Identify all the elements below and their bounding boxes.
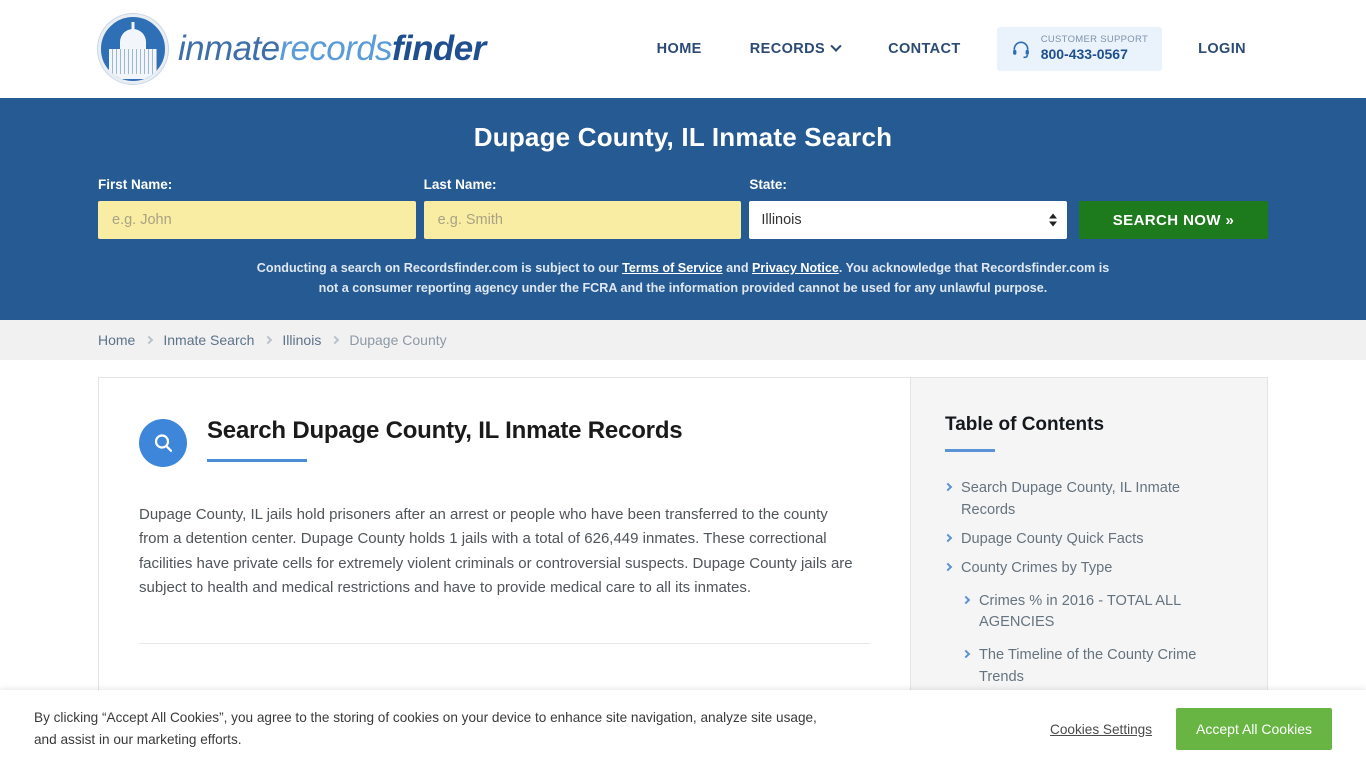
article-heading: Search Dupage County, IL Inmate Records bbox=[207, 417, 683, 445]
site-logo[interactable]: inmaterecordsfinder bbox=[98, 14, 486, 84]
breadcrumb-item-illinois[interactable]: Illinois bbox=[282, 332, 321, 348]
main-navigation: HOME RECORDS CONTACT CUSTOMER SUPPORT 80… bbox=[633, 27, 1270, 71]
article-header: Search Dupage County, IL Inmate Records bbox=[139, 416, 870, 468]
chevron-down-icon bbox=[830, 40, 842, 52]
customer-support-badge[interactable]: CUSTOMER SUPPORT 800-433-0567 bbox=[996, 27, 1163, 71]
chevron-right-icon bbox=[943, 533, 953, 543]
chevron-right-icon bbox=[943, 562, 953, 571]
state-select-wrapper: Illinois bbox=[749, 201, 1068, 239]
cookie-banner-actions: Cookies Settings Accept All Cookies bbox=[1050, 708, 1332, 750]
toc-item-search-records[interactable]: Search Dupage County, IL Inmate Records bbox=[943, 478, 1237, 522]
breadcrumb-item-inmate-search[interactable]: Inmate Search bbox=[163, 332, 254, 348]
toc-title: Table of Contents bbox=[945, 414, 1105, 436]
nav-item-records[interactable]: RECORDS bbox=[726, 31, 864, 67]
heading-accent-rule bbox=[207, 459, 307, 463]
section-divider bbox=[139, 643, 870, 645]
accept-all-cookies-button[interactable]: Accept All Cookies bbox=[1176, 708, 1332, 750]
article-paragraph: Dupage County, IL jails hold prisoners a… bbox=[139, 506, 853, 596]
search-disclaimer: Conducting a search on Recordsfinder.com… bbox=[253, 259, 1113, 298]
first-name-group: First Name: bbox=[98, 177, 416, 239]
toc-subitem-crime-trends-timeline[interactable]: The Timeline of the County Crime Trends bbox=[945, 645, 1237, 689]
toc-item-label: Crimes % in 2016 - TOTAL ALL AGENCIES bbox=[979, 592, 1181, 631]
breadcrumb: Home Inmate Search Illinois Dupage Count… bbox=[0, 320, 1366, 361]
article-card: Search Dupage County, IL Inmate Records … bbox=[98, 377, 910, 724]
breadcrumb-separator-icon bbox=[331, 335, 340, 345]
breadcrumb-separator-icon bbox=[145, 335, 154, 345]
support-caption: CUSTOMER SUPPORT bbox=[1040, 34, 1149, 46]
toc-item-label: County Crimes by Type bbox=[961, 559, 1113, 576]
nav-label-home: HOME bbox=[656, 41, 702, 57]
nav-item-contact[interactable]: CONTACT bbox=[864, 31, 985, 67]
nav-label-records: RECORDS bbox=[749, 41, 826, 57]
last-name-group: Last Name: bbox=[423, 177, 742, 239]
logo-part-three: finder bbox=[391, 29, 486, 68]
cookie-consent-banner: By clicking “Accept All Cookies”, you ag… bbox=[0, 690, 1366, 768]
capitol-dome-seal-icon bbox=[98, 14, 168, 84]
logo-wordmark: inmaterecordsfinder bbox=[178, 29, 486, 69]
nav-label-contact: CONTACT bbox=[888, 41, 961, 57]
breadcrumb-item-home[interactable]: Home bbox=[98, 332, 135, 348]
table-of-contents: Table of Contents Search Dupage County, … bbox=[910, 377, 1268, 724]
first-name-input[interactable] bbox=[98, 201, 416, 239]
nav-label-login: LOGIN bbox=[1198, 41, 1246, 57]
search-circle-icon bbox=[139, 419, 187, 468]
site-header: inmaterecordsfinder HOME RECORDS CONTACT… bbox=[0, 0, 1366, 98]
cookie-banner-text: By clicking “Accept All Cookies”, you ag… bbox=[34, 710, 817, 747]
toc-item-label: The Timeline of the County Crime Trends bbox=[979, 647, 1197, 686]
last-name-label: Last Name: bbox=[423, 177, 497, 192]
page-title: Dupage County, IL Inmate Search bbox=[473, 122, 893, 152]
breadcrumb-item-dupage-county: Dupage County bbox=[349, 332, 447, 349]
last-name-input[interactable] bbox=[423, 201, 742, 239]
logo-part-two: records bbox=[279, 29, 392, 68]
headset-icon bbox=[1012, 41, 1029, 59]
toc-item-label: Search Dupage County, IL Inmate Records bbox=[961, 480, 1181, 518]
disclaimer-mid: and bbox=[722, 261, 753, 275]
cookies-settings-link[interactable]: Cookies Settings bbox=[1050, 722, 1152, 737]
logo-part-one: inmate bbox=[178, 29, 280, 68]
toc-subitem-crimes-percent-2016[interactable]: Crimes % in 2016 - TOTAL ALL AGENCIES bbox=[945, 591, 1237, 635]
toc-list: Search Dupage County, IL Inmate Records … bbox=[943, 478, 1237, 689]
hero-search-section: Dupage County, IL Inmate Search First Na… bbox=[0, 98, 1366, 321]
support-phone: 800-433-0567 bbox=[1040, 46, 1128, 63]
nav-item-login[interactable]: LOGIN bbox=[1174, 31, 1270, 67]
state-label: State: bbox=[749, 177, 787, 192]
privacy-notice-link[interactable]: Privacy Notice bbox=[752, 261, 839, 275]
state-group: State: Illinois bbox=[749, 177, 1068, 239]
chevron-right-icon bbox=[961, 650, 971, 659]
terms-of-service-link[interactable]: Terms of Service bbox=[622, 261, 723, 275]
nav-item-home[interactable]: HOME bbox=[633, 31, 726, 67]
main-content: Search Dupage County, IL Inmate Records … bbox=[0, 360, 1366, 724]
disclaimer-pre: Conducting a search on Recordsfinder.com… bbox=[256, 261, 623, 275]
chevron-right-icon bbox=[943, 482, 953, 492]
toc-item-label: Dupage County Quick Facts bbox=[961, 530, 1144, 547]
toc-item-county-crimes-by-type[interactable]: County Crimes by Type bbox=[943, 558, 1237, 580]
state-select[interactable]: Illinois bbox=[749, 201, 1068, 239]
first-name-label: First Name: bbox=[98, 177, 173, 192]
breadcrumb-separator-icon bbox=[264, 335, 273, 345]
chevron-right-icon bbox=[961, 595, 971, 604]
toc-accent-rule bbox=[945, 449, 995, 453]
search-now-button[interactable]: SEARCH NOW » bbox=[1079, 201, 1269, 239]
toc-item-quick-facts[interactable]: Dupage County Quick Facts bbox=[943, 529, 1237, 551]
inmate-search-form: First Name: Last Name: State: Illinois S… bbox=[0, 177, 1366, 239]
